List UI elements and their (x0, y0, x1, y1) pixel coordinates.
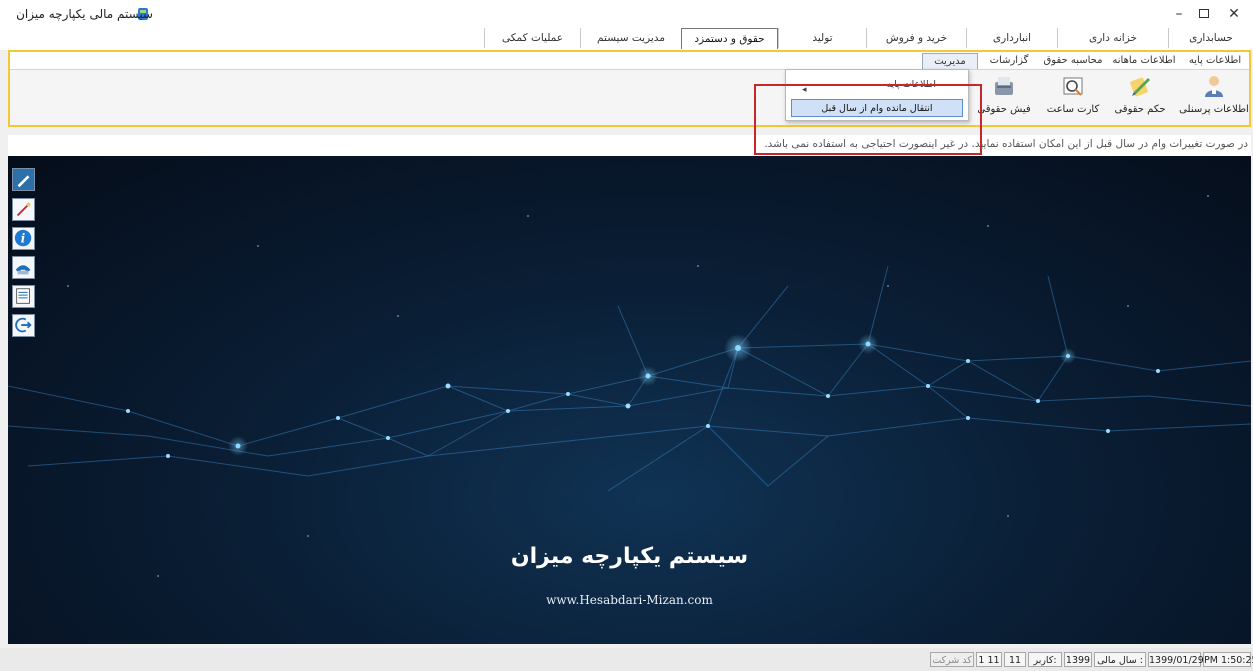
status-company-label: کد شرکت (930, 652, 974, 667)
subtab-management[interactable]: مدیریت (922, 53, 978, 69)
salary-decree-button[interactable]: حکم حقوقی (1104, 74, 1176, 124)
personnel-info-label: اطلاعات پرسنلی (1179, 104, 1249, 115)
brand-url: www.Hesabdari-Mizan.com (546, 593, 713, 607)
network-background-graphic (8, 195, 1251, 577)
tab-treasury[interactable]: خزانه داری (1057, 28, 1168, 48)
notes-icon (16, 288, 30, 304)
personnel-info-button[interactable]: اطلاعات پرسنلی (1178, 74, 1250, 124)
wand-icon (16, 202, 31, 217)
salary-decree-label: حکم حقوقی (1114, 104, 1166, 115)
tab-system-management[interactable]: مدیریت سیستم (580, 28, 681, 48)
maximize-button[interactable] (1192, 4, 1216, 24)
minimize-button[interactable]: – (1167, 4, 1191, 24)
info-bar: در صورت تغییرات وام در سال قبل از این ام… (8, 135, 1251, 156)
brand-title: سیستم یکپارچه میزان (510, 544, 749, 569)
module-tab-strip: حسابداری خزانه داری انبارداری خرید و فرو… (0, 28, 1253, 50)
tab-auxiliary-operations[interactable]: عملیات کمکی (484, 28, 580, 48)
maximize-icon (1199, 9, 1209, 18)
status-date: 1399/01/29 (1148, 652, 1204, 667)
status-branch: 1 11 (976, 652, 1002, 667)
status-fiscal-year: 1399 (1064, 652, 1092, 667)
subtab-salary-calculation[interactable]: محاسبه حقوق (1040, 53, 1106, 69)
status-time: PM 1:50:25 (1203, 652, 1253, 667)
person-icon (1205, 76, 1223, 97)
logout-icon (15, 317, 32, 333)
decree-icon (1130, 77, 1150, 97)
wand-tool-button[interactable] (12, 198, 35, 221)
tab-accounting[interactable]: حسابداری (1168, 28, 1253, 48)
status-user-label: کاربر: (1028, 652, 1062, 667)
status-user-id: 11 (1004, 652, 1026, 667)
main-background-area: سیستم یکپارچه میزان www.Hesabdari-Mizan.… (8, 156, 1251, 644)
info-tool-button[interactable]: i (12, 227, 35, 250)
window-title: سیستم مالی یکپارچه میزان (16, 7, 153, 21)
tab-payroll[interactable]: حقوق و دستمزد (681, 28, 778, 49)
ribbon-panel: اطلاعات پایه اطلاعات ماهانه محاسبه حقوق … (8, 50, 1251, 127)
tab-production[interactable]: تولید (778, 28, 866, 48)
highlight-annotation (754, 84, 982, 155)
logout-tool-button[interactable] (12, 314, 35, 337)
ribbon-subtab-strip: اطلاعات پایه اطلاعات ماهانه محاسبه حقوق … (10, 52, 1249, 70)
svg-text:i: i (21, 232, 26, 246)
subtab-reports[interactable]: گزارشات (980, 53, 1038, 69)
tab-purchase-sales[interactable]: خرید و فروش (866, 28, 966, 48)
pen-tool-button[interactable] (12, 168, 35, 191)
title-bar: سیستم مالی یکپارچه میزان – ✕ (0, 0, 1253, 28)
time-card-label: کارت ساعت (1046, 104, 1100, 115)
status-fiscal-year-label: سال مالی : (1094, 652, 1146, 667)
phone-icon (15, 265, 31, 275)
notes-tool-button[interactable] (12, 285, 35, 308)
payslip-button[interactable]: فیش حقوقی (974, 74, 1034, 124)
subtab-base-info[interactable]: اطلاعات پایه (1182, 53, 1248, 69)
info-icon: i (14, 229, 32, 247)
subtab-monthly-info[interactable]: اطلاعات ماهانه (1108, 53, 1180, 69)
time-card-button[interactable]: کارت ساعت (1044, 74, 1102, 124)
payslip-label: فیش حقوقی (977, 104, 1031, 115)
close-button[interactable]: ✕ (1222, 4, 1246, 24)
pen-icon (17, 175, 30, 188)
timecard-icon (1063, 77, 1083, 96)
phone-tool-button[interactable] (12, 256, 35, 279)
tab-warehouse[interactable]: انبارداری (966, 28, 1057, 48)
status-bar: PM 1:50:25 1399/01/29 سال مالی : 1399 کا… (0, 648, 1253, 671)
app-window: سیستم مالی یکپارچه میزان – ✕ حسابداری خز… (0, 0, 1253, 671)
payslip-icon (995, 77, 1013, 95)
